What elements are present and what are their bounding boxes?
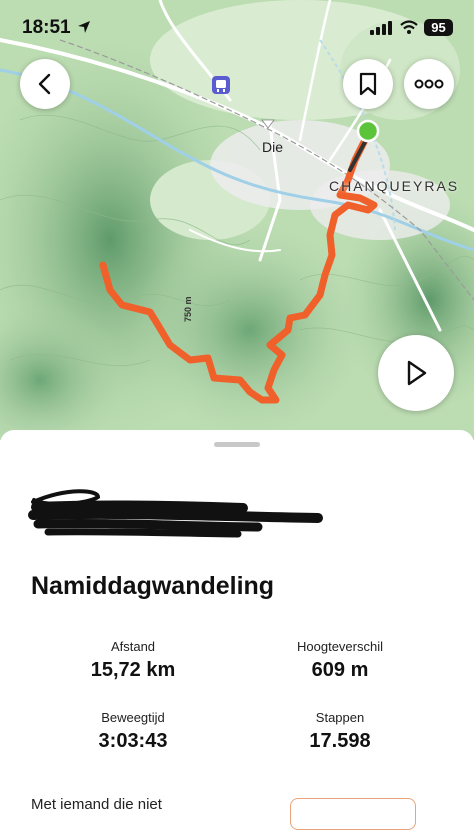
- play-icon: [407, 360, 427, 386]
- contour-altitude-label: 750 m: [183, 296, 193, 322]
- activity-title: Namiddagwandeling: [31, 572, 275, 600]
- chevron-left-icon: [38, 73, 51, 95]
- map-label-chanqueyras: CHANQUEYRAS: [329, 178, 460, 194]
- map-label-die: Die: [262, 139, 284, 155]
- share-action-button[interactable]: [290, 798, 416, 830]
- stat-moving-time-value: 3:03:43: [98, 730, 168, 752]
- cellular-signal-icon: [370, 21, 392, 35]
- stat-steps-label: Stappen: [315, 710, 365, 725]
- stat-steps-value: 17.598: [309, 730, 371, 752]
- back-button[interactable]: [20, 59, 70, 109]
- more-dots-icon: [414, 79, 444, 89]
- more-options-button[interactable]: [404, 59, 454, 109]
- status-time: 18:51: [22, 17, 71, 38]
- bookmark-button[interactable]: [343, 59, 393, 109]
- stat-distance-label: Afstand: [110, 639, 156, 654]
- start-marker: [356, 119, 380, 143]
- stat-moving-time: Beweegtijd 3:03:43: [33, 710, 233, 753]
- location-arrow-icon: [78, 21, 90, 33]
- share-prompt-text: Met iemand die niet: [31, 796, 162, 813]
- redacted-user-info: [28, 489, 323, 538]
- stat-steps: Stappen 17.598: [240, 710, 440, 753]
- stat-distance: Afstand 15,72 km: [33, 639, 233, 682]
- sheet-drag-handle[interactable]: [214, 442, 260, 447]
- activity-details-sheet[interactable]: Namiddagwandeling Afstand 15,72 km Hoogt…: [0, 430, 474, 830]
- status-bar: 18:51 95: [0, 0, 474, 54]
- stat-elevation-value: 609 m: [311, 659, 369, 681]
- stat-elevation-label: Hoogteverschil: [297, 639, 383, 654]
- stat-moving-time-label: Beweegtijd: [101, 710, 165, 725]
- stat-elevation: Hoogteverschil 609 m: [240, 639, 440, 682]
- stat-distance-value: 15,72 km: [90, 659, 176, 681]
- play-flyover-button[interactable]: [378, 335, 454, 411]
- bookmark-icon: [359, 72, 377, 96]
- wifi-icon: [400, 20, 418, 34]
- battery-indicator: 95: [424, 19, 453, 36]
